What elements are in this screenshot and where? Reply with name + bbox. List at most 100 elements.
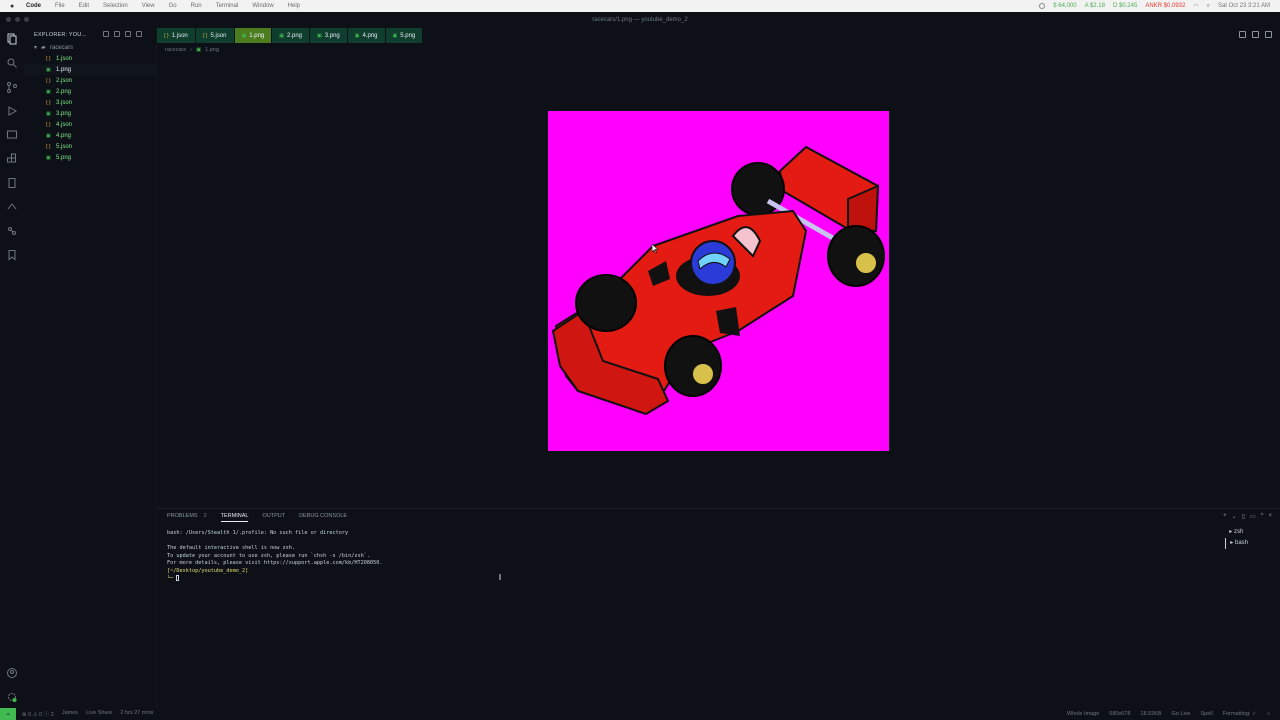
- file-4-json[interactable]: { } 4.json: [24, 119, 156, 130]
- search-icon[interactable]: ⌕: [1207, 3, 1210, 10]
- minimize-window-button[interactable]: [15, 17, 20, 22]
- user-status[interactable]: James: [62, 710, 78, 718]
- ticker-d[interactable]: D $0.245: [1113, 3, 1137, 9]
- split-terminal-icon[interactable]: ▯: [1242, 513, 1245, 520]
- file-label: 5.json: [56, 143, 73, 150]
- terminal-scrollbar[interactable]: [499, 574, 501, 580]
- tab-2-png[interactable]: ▣ 2.png: [272, 28, 310, 43]
- search-icon[interactable]: [6, 56, 18, 68]
- bottom-panel: PROBLEMS 2 TERMINAL OUTPUT DEBUG CONSOLE …: [157, 508, 1280, 708]
- live-share-status[interactable]: Live Share: [86, 710, 112, 718]
- terminal-output[interactable]: bash: /Users/Stealth 1/.profile: No such…: [167, 530, 383, 583]
- image-file-icon: ▣: [46, 66, 51, 73]
- time-tracker-status[interactable]: 2 hrs 27 mins: [120, 710, 153, 718]
- tab-3-png[interactable]: ▣ 3.png: [310, 28, 348, 43]
- notifications-bell-icon[interactable]: ⌂: [1267, 711, 1270, 717]
- file-2-png[interactable]: ▣ 2.png: [24, 86, 156, 97]
- image-size-status: 18.92KB: [1140, 711, 1162, 717]
- git-graph-icon[interactable]: [6, 224, 18, 236]
- tab-output[interactable]: OUTPUT: [262, 513, 285, 522]
- image-file-icon: ▣: [279, 32, 284, 39]
- tab-4-png[interactable]: ▣ 4.png: [347, 28, 386, 43]
- ticker-btc[interactable]: $ 64,000: [1053, 3, 1076, 9]
- split-editor-icon[interactable]: [1252, 31, 1259, 38]
- status-bar: ⌁ ⊗ 0 ⚠ 0 ⓘ 2 James Live Share 2 hrs 27 …: [0, 708, 1280, 720]
- settings-gear-icon[interactable]: [6, 690, 18, 702]
- file-4-png[interactable]: ▣ 4.png: [24, 130, 156, 141]
- shell-zsh[interactable]: ▸ zsh: [1225, 527, 1248, 538]
- new-file-icon[interactable]: [103, 31, 109, 37]
- menu-window[interactable]: Window: [252, 3, 273, 9]
- apple-icon[interactable]: ●: [10, 3, 20, 10]
- image-zoom-status[interactable]: Whole Image: [1067, 711, 1099, 717]
- ticker-a[interactable]: A $2.18: [1085, 3, 1105, 9]
- source-control-icon[interactable]: [6, 80, 18, 93]
- live-share-icon[interactable]: [6, 200, 18, 212]
- menubar-clock[interactable]: Sat Oct 23 3:21 AM: [1218, 3, 1270, 9]
- menu-file[interactable]: File: [55, 3, 65, 9]
- breadcrumb-folder[interactable]: racecars: [165, 47, 186, 53]
- menu-app[interactable]: Code: [26, 3, 41, 9]
- tab-1-png[interactable]: ▣ 1.png: [234, 28, 273, 43]
- tab-1-json[interactable]: { } 1.json: [157, 28, 196, 43]
- menu-selection[interactable]: Selection: [103, 3, 128, 9]
- folder-racecars[interactable]: ▾ ▰ racecars: [24, 42, 156, 53]
- explorer-icon[interactable]: [6, 32, 18, 45]
- status-left: ⊗ 0 ⚠ 0 ⓘ 2 James Live Share 2 hrs 27 mi…: [22, 710, 153, 718]
- file-label: 2.json: [56, 77, 73, 84]
- new-terminal-icon[interactable]: +: [1223, 513, 1227, 520]
- activity-bar: [0, 28, 24, 708]
- terminal-line: To update your account to use zsh, pleas…: [167, 552, 371, 559]
- spell-status[interactable]: Spell: [1200, 711, 1212, 717]
- file-5-json[interactable]: { } 5.json: [24, 141, 156, 152]
- problems-status[interactable]: ⊗ 0 ⚠ 0 ⓘ 2: [22, 710, 54, 718]
- file-1-json[interactable]: { } 1.json: [24, 53, 156, 64]
- editor-tabs: { } 1.json { } 5.json ▣ 1.png ▣ 2.png ▣ …: [157, 28, 1280, 43]
- maximize-panel-icon[interactable]: ^: [1261, 513, 1264, 520]
- record-icon[interactable]: [1039, 3, 1046, 9]
- file-3-png[interactable]: ▣ 3.png: [24, 108, 156, 119]
- file-2-json[interactable]: { } 2.json: [24, 75, 156, 86]
- menu-terminal[interactable]: Terminal: [216, 3, 239, 9]
- remote-explorer-icon[interactable]: [6, 128, 18, 140]
- menu-edit[interactable]: Edit: [79, 3, 89, 9]
- wifi-icon[interactable]: ◠: [1193, 3, 1198, 10]
- open-changes-icon[interactable]: [1239, 31, 1246, 38]
- menu-help[interactable]: Help: [288, 3, 300, 9]
- notebook-icon[interactable]: [6, 176, 18, 188]
- ticker-ankr[interactable]: ANKR $0.0932: [1145, 3, 1185, 9]
- refresh-icon[interactable]: [125, 31, 131, 37]
- collapse-all-icon[interactable]: [136, 31, 142, 37]
- close-panel-icon[interactable]: ×: [1268, 513, 1272, 520]
- tab-label: 3.png: [324, 32, 340, 39]
- formatting-status[interactable]: Formatting: ✓: [1223, 711, 1257, 717]
- go-live-button[interactable]: Go Live: [1172, 711, 1191, 717]
- zoom-window-button[interactable]: [24, 17, 29, 22]
- remote-indicator-icon[interactable]: ⌁: [0, 708, 16, 720]
- more-actions-icon[interactable]: [1265, 31, 1272, 38]
- menu-go[interactable]: Go: [169, 3, 177, 9]
- shell-bash[interactable]: ▸ bash: [1225, 538, 1248, 549]
- file-5-png[interactable]: ▣ 5.png: [24, 152, 156, 163]
- breadcrumb-file[interactable]: 1.png: [205, 47, 219, 53]
- new-folder-icon[interactable]: [114, 31, 120, 37]
- bookmark-icon[interactable]: [6, 248, 18, 261]
- file-1-png[interactable]: ▣ 1.png: [24, 64, 156, 75]
- tab-5-json[interactable]: { } 5.json: [195, 28, 235, 43]
- menu-view[interactable]: View: [142, 3, 155, 9]
- window-titlebar: racecars/1.png — youtube_demo_2: [0, 12, 1280, 28]
- account-icon[interactable]: [6, 666, 18, 678]
- file-3-json[interactable]: { } 3.json: [24, 97, 156, 108]
- tab-terminal[interactable]: TERMINAL: [220, 513, 249, 522]
- extensions-icon[interactable]: [6, 152, 18, 164]
- terminal-input-line[interactable]: └─: [167, 575, 383, 583]
- tab-problems[interactable]: PROBLEMS 2: [167, 513, 207, 522]
- close-window-button[interactable]: [6, 17, 11, 22]
- tab-debug-console[interactable]: DEBUG CONSOLE: [299, 513, 347, 522]
- chevron-down-icon[interactable]: ⌄: [1232, 513, 1237, 520]
- trash-icon[interactable]: ▭: [1250, 513, 1256, 520]
- explorer-actions: [103, 31, 142, 37]
- menu-run[interactable]: Run: [191, 3, 202, 9]
- tab-5-png[interactable]: ▣ 5.png: [385, 28, 424, 43]
- run-debug-icon[interactable]: [6, 104, 18, 116]
